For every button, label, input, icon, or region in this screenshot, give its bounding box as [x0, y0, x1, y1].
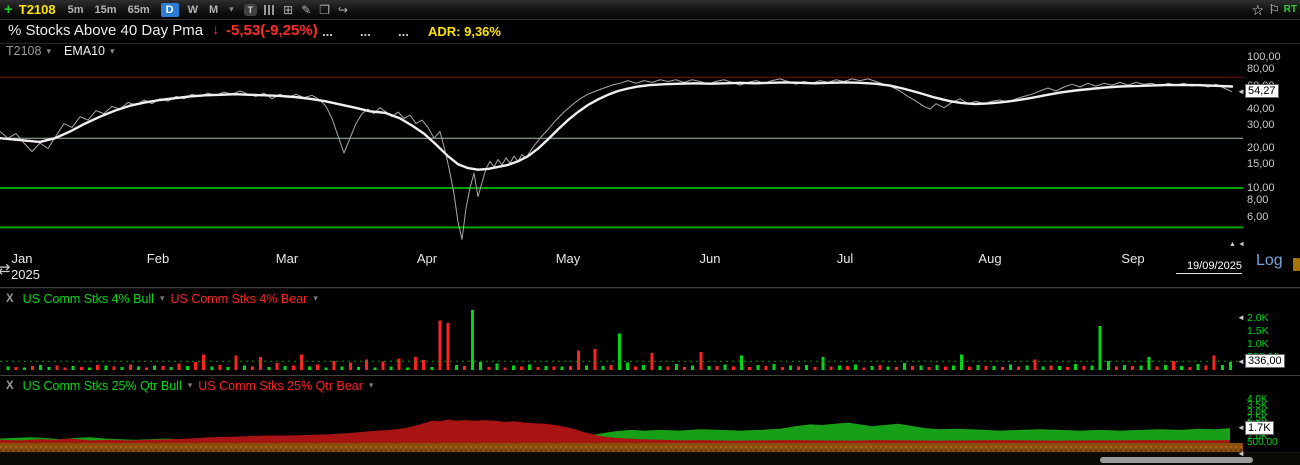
panel-separator — [0, 375, 1300, 376]
more-options-dots[interactable]: ... — [322, 24, 333, 39]
x-label-feb: Feb — [146, 251, 170, 266]
qtr-axis-marker-icon: ◄ — [1237, 449, 1245, 458]
y-tick-main: 10,00 — [1247, 182, 1275, 194]
y-tick-main: 100,00 — [1247, 51, 1281, 63]
more-options-dots[interactable]: ... — [398, 24, 409, 39]
x-label-mar: Mar — [275, 251, 299, 266]
y-tick-main: 15,00 — [1247, 158, 1275, 170]
breadth-bear-label[interactable]: US Comm Stks 4% Bear — [170, 292, 307, 306]
y-tick-qtr: 500,00 — [1247, 437, 1278, 448]
qtr-close-button[interactable]: X — [6, 380, 14, 392]
qtr-value-badge: 1.7K — [1245, 421, 1274, 435]
more-options-dots[interactable]: ... — [360, 24, 371, 39]
qtr-value-marker-icon: ◄ — [1237, 423, 1245, 432]
breadth-value-badge: 336,00 — [1245, 354, 1285, 368]
calendar-mini-icon[interactable] — [1293, 258, 1300, 271]
y-tick-breadth: 2.0K — [1247, 312, 1269, 324]
breadth-bull-label[interactable]: US Comm Stks 4% Bull — [23, 292, 154, 306]
y-tick-main: 20,00 — [1247, 142, 1275, 154]
app-window: + T2108 5m 15m 65m D W M ▾ T ⊞ ✎ ❐ ↪ ☆ ⚐… — [0, 0, 1300, 465]
axis-left-marker-icon: ◄ — [1238, 241, 1245, 248]
y-tick-main: 6,00 — [1247, 211, 1269, 223]
t2108-line — [0, 78, 1233, 240]
x-label-aug: Aug — [978, 251, 1002, 266]
horizontal-scrollbar[interactable] — [1100, 457, 1253, 463]
breadth-close-button[interactable]: X — [6, 293, 14, 305]
breadth-axis-marker-icon: ◄ — [1237, 313, 1245, 322]
y-tick-breadth: 1.5K — [1247, 325, 1269, 337]
ema10-line — [0, 81, 1234, 171]
breadth-bear-caret-icon[interactable]: ▾ — [313, 293, 318, 304]
qtr-bear-label[interactable]: US Comm Stks 25% Qtr Bear — [198, 379, 363, 393]
axis-up-marker-icon: ▲ — [1229, 241, 1236, 248]
y-tick-main: 80,00 — [1247, 63, 1275, 75]
qtr-bull-label[interactable]: US Comm Stks 25% Qtr Bull — [23, 379, 182, 393]
breadth-bull-caret-icon[interactable]: ▾ — [160, 293, 165, 304]
x-label-may: May — [555, 251, 581, 266]
y-tick-breadth: 1.0K — [1247, 338, 1269, 350]
x-label-jun: Jun — [699, 251, 721, 266]
y-tick-main: 30,00 — [1247, 119, 1275, 131]
x-label-apr: Apr — [416, 251, 438, 266]
log-scale-toggle[interactable]: Log — [1256, 252, 1283, 270]
x-label-jan: Jan — [11, 251, 33, 266]
y-tick-main: 40,00 — [1247, 103, 1275, 115]
last-date-label[interactable]: 19/09/2025 — [1176, 260, 1242, 274]
y-tick-main: 8,00 — [1247, 194, 1269, 206]
qtr-panel-header: X US Comm Stks 25% Qtr Bull ▾ US Comm St… — [6, 378, 373, 393]
panel-separator-shadow — [0, 288, 1300, 289]
x-label-sep: Sep — [1121, 251, 1145, 266]
qtr-bull-caret-icon[interactable]: ▾ — [188, 380, 193, 391]
qtr-bear-caret-icon[interactable]: ▾ — [369, 380, 374, 391]
breadth-panel-header: X US Comm Stks 4% Bull ▾ US Comm Stks 4%… — [6, 291, 318, 306]
x-label-jul: Jul — [836, 251, 854, 266]
t2108-value-badge: 54,27 — [1245, 84, 1279, 98]
year-label: 2025 — [11, 267, 40, 282]
pan-cursor-icon[interactable]: ⇄ — [0, 260, 11, 278]
charts-canvas[interactable] — [0, 0, 1300, 465]
main-value-marker-icon: ◄ — [1237, 87, 1245, 96]
breadth-value-marker-icon: ◄ — [1237, 357, 1245, 366]
